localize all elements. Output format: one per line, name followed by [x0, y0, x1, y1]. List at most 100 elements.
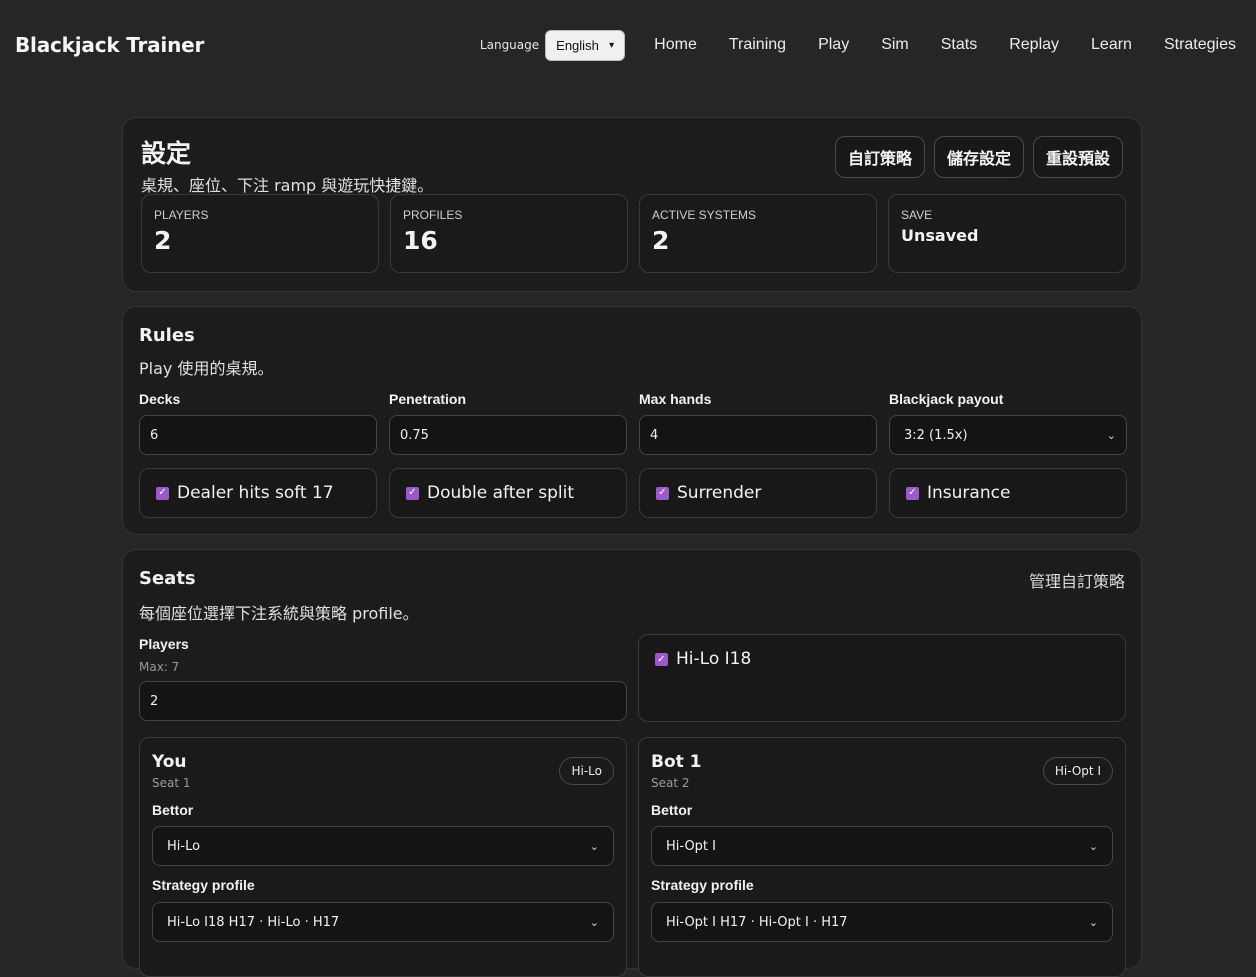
- nav-link-strategies[interactable]: Strategies: [1148, 36, 1241, 54]
- blackjack-payout-select[interactable]: 3:2 (1.5x) ⌄: [889, 415, 1127, 455]
- stat-value: 2: [154, 226, 172, 255]
- settings-panel: 設定 桌規、座位、下注 ramp 與遊玩快捷鍵。 自訂策略 儲存設定 重設預設 …: [122, 117, 1142, 292]
- stat-card-players: Players 2: [141, 194, 379, 273]
- strategy-profile-select[interactable]: Hi-Lo I18 H17 · Hi-Lo · H17 ⌄: [152, 902, 614, 942]
- toggle-label: Surrender: [677, 483, 762, 503]
- blackjack-payout-field: Blackjack payout 3:2 (1.5x) ⌄: [889, 391, 1127, 455]
- page-subtitle: 桌規、座位、下注 ramp 與遊玩快捷鍵。: [141, 176, 434, 195]
- stat-label: Save: [901, 208, 933, 222]
- stat-value: Unsaved: [901, 226, 979, 245]
- bettor-select[interactable]: Hi-Opt I ⌄: [651, 826, 1113, 866]
- rules-subtitle: Play 使用的桌規。: [139, 359, 274, 378]
- seat-card: Bot 1 Seat 2 Hi-Opt I Bettor Hi-Opt I ⌄ …: [638, 737, 1126, 977]
- bettor-select[interactable]: Hi-Lo ⌄: [152, 826, 614, 866]
- stat-card-active-systems: Active systems 2: [639, 194, 877, 273]
- seat-system-badge: Hi-Opt I: [1042, 757, 1113, 785]
- nav-links: Home Training Play Sim Stats Replay Lear…: [638, 36, 1241, 54]
- top-nav-bar: Blackjack Trainer Language English ▾ Hom…: [0, 0, 1256, 90]
- checkbox-checked-icon[interactable]: ✓: [156, 486, 169, 500]
- penetration-field: Penetration 0.75: [389, 391, 627, 455]
- dealer-hits-soft-17-toggle[interactable]: ✓ Dealer hits soft 17: [139, 468, 377, 518]
- nav-link-play[interactable]: Play: [802, 36, 865, 54]
- seat-number: Seat 2: [651, 776, 690, 790]
- stat-value: 2: [652, 226, 670, 255]
- select-value: Hi-Opt I: [666, 838, 716, 854]
- nav-link-replay[interactable]: Replay: [993, 36, 1075, 54]
- toggle-label: Double after split: [427, 483, 575, 503]
- players-field: Players Max: 7 2: [139, 636, 627, 721]
- system-toggle-label[interactable]: Hi-Lo I18: [676, 649, 751, 669]
- field-label: Penetration: [389, 391, 467, 407]
- nav-link-home[interactable]: Home: [638, 36, 713, 54]
- rules-title: Rules: [139, 325, 195, 346]
- surrender-toggle[interactable]: ✓ Surrender: [639, 468, 877, 518]
- input-value: 6: [150, 427, 159, 443]
- max-hands-input[interactable]: 4: [639, 415, 877, 455]
- checkbox-checked-icon[interactable]: ✓: [906, 486, 919, 500]
- decks-field: Decks 6: [139, 391, 377, 455]
- settings-actions: 自訂策略 儲存設定 重設預設: [834, 136, 1123, 178]
- save-settings-button[interactable]: 儲存設定: [933, 136, 1024, 178]
- checkbox-checked-icon[interactable]: ✓: [655, 653, 668, 666]
- strategy-profile-label: Strategy profile: [152, 877, 255, 893]
- seat-card: You Seat 1 Hi-Lo Bettor Hi-Lo ⌄ Strategy…: [139, 737, 627, 977]
- manage-custom-strategies-link[interactable]: 管理自訂策略: [1029, 568, 1125, 592]
- bettor-label: Bettor: [651, 802, 693, 818]
- seats-title: Seats: [139, 568, 196, 589]
- seat-name: Bot 1: [651, 752, 702, 772]
- language-label: Language: [479, 38, 540, 52]
- rules-toggles: ✓ Dealer hits soft 17 ✓ Double after spl…: [139, 468, 1127, 518]
- input-value: 2: [150, 693, 159, 709]
- rules-panel: Rules Play 使用的桌規。 Decks 6 Penetration 0.…: [122, 306, 1142, 535]
- stat-label: Players: [154, 208, 209, 222]
- field-label: Max hands: [639, 391, 712, 407]
- double-after-split-toggle[interactable]: ✓ Double after split: [389, 468, 627, 518]
- decks-input[interactable]: 6: [139, 415, 377, 455]
- custom-strategy-button[interactable]: 自訂策略: [834, 136, 925, 178]
- checkbox-checked-icon[interactable]: ✓: [406, 486, 419, 500]
- reset-defaults-button[interactable]: 重設預設: [1032, 136, 1123, 178]
- stats-row: Players 2 Profiles 16 Active systems 2 S…: [141, 194, 1126, 273]
- stat-card-profiles: Profiles 16: [390, 194, 628, 273]
- nav-link-learn[interactable]: Learn: [1075, 36, 1148, 54]
- stat-card-save: Save Unsaved: [888, 194, 1126, 273]
- seats-panel: Seats 管理自訂策略 每個座位選擇下注系統與策略 profile。 Play…: [122, 549, 1142, 977]
- app-brand[interactable]: Blackjack Trainer: [15, 33, 204, 57]
- select-value: Hi-Opt I H17 · Hi-Opt I · H17: [666, 914, 848, 930]
- stat-value: 16: [403, 226, 438, 255]
- language-select-value: English: [556, 37, 599, 53]
- toggle-label: Dealer hits soft 17: [177, 483, 334, 503]
- toggle-label: Insurance: [927, 483, 1011, 503]
- nav-link-stats[interactable]: Stats: [925, 36, 993, 54]
- select-value: 3:2 (1.5x): [904, 427, 968, 443]
- players-label: Players: [139, 636, 189, 652]
- insurance-toggle[interactable]: ✓ Insurance: [889, 468, 1127, 518]
- checkbox-checked-icon[interactable]: ✓: [656, 486, 669, 500]
- chevron-down-icon: ⌄: [1106, 428, 1116, 442]
- seats-subtitle: 每個座位選擇下注系統與策略 profile。: [139, 604, 419, 623]
- nav-link-training[interactable]: Training: [713, 36, 802, 54]
- chevron-down-icon: ⌄: [1088, 915, 1098, 929]
- stat-label: Active systems: [652, 208, 757, 222]
- field-label: Blackjack payout: [889, 391, 1004, 407]
- field-label: Decks: [139, 391, 181, 407]
- chevron-down-icon: ⌄: [589, 915, 599, 929]
- rules-fields: Decks 6 Penetration 0.75 Max hands 4 Bla…: [139, 391, 1127, 455]
- language-select[interactable]: English ▾: [545, 29, 626, 61]
- strategy-profile-select[interactable]: Hi-Opt I H17 · Hi-Opt I · H17 ⌄: [651, 902, 1113, 942]
- players-input[interactable]: 2: [139, 681, 627, 721]
- top-nav: Language English ▾ Home Training Play Si…: [479, 29, 1241, 61]
- select-value: Hi-Lo: [167, 838, 201, 854]
- strategy-profile-label: Strategy profile: [651, 877, 754, 893]
- chevron-down-icon: ⌄: [589, 839, 599, 853]
- chevron-down-icon: ▾: [609, 39, 615, 51]
- seat-name: You: [152, 752, 187, 772]
- seat-number: Seat 1: [152, 776, 191, 790]
- input-value: 4: [650, 427, 659, 443]
- input-value: 0.75: [400, 427, 429, 443]
- page-title: 設定: [141, 139, 192, 168]
- seat-system-badge: Hi-Lo: [559, 757, 614, 785]
- nav-link-sim[interactable]: Sim: [865, 36, 925, 54]
- stat-label: Profiles: [403, 208, 463, 222]
- penetration-input[interactable]: 0.75: [389, 415, 627, 455]
